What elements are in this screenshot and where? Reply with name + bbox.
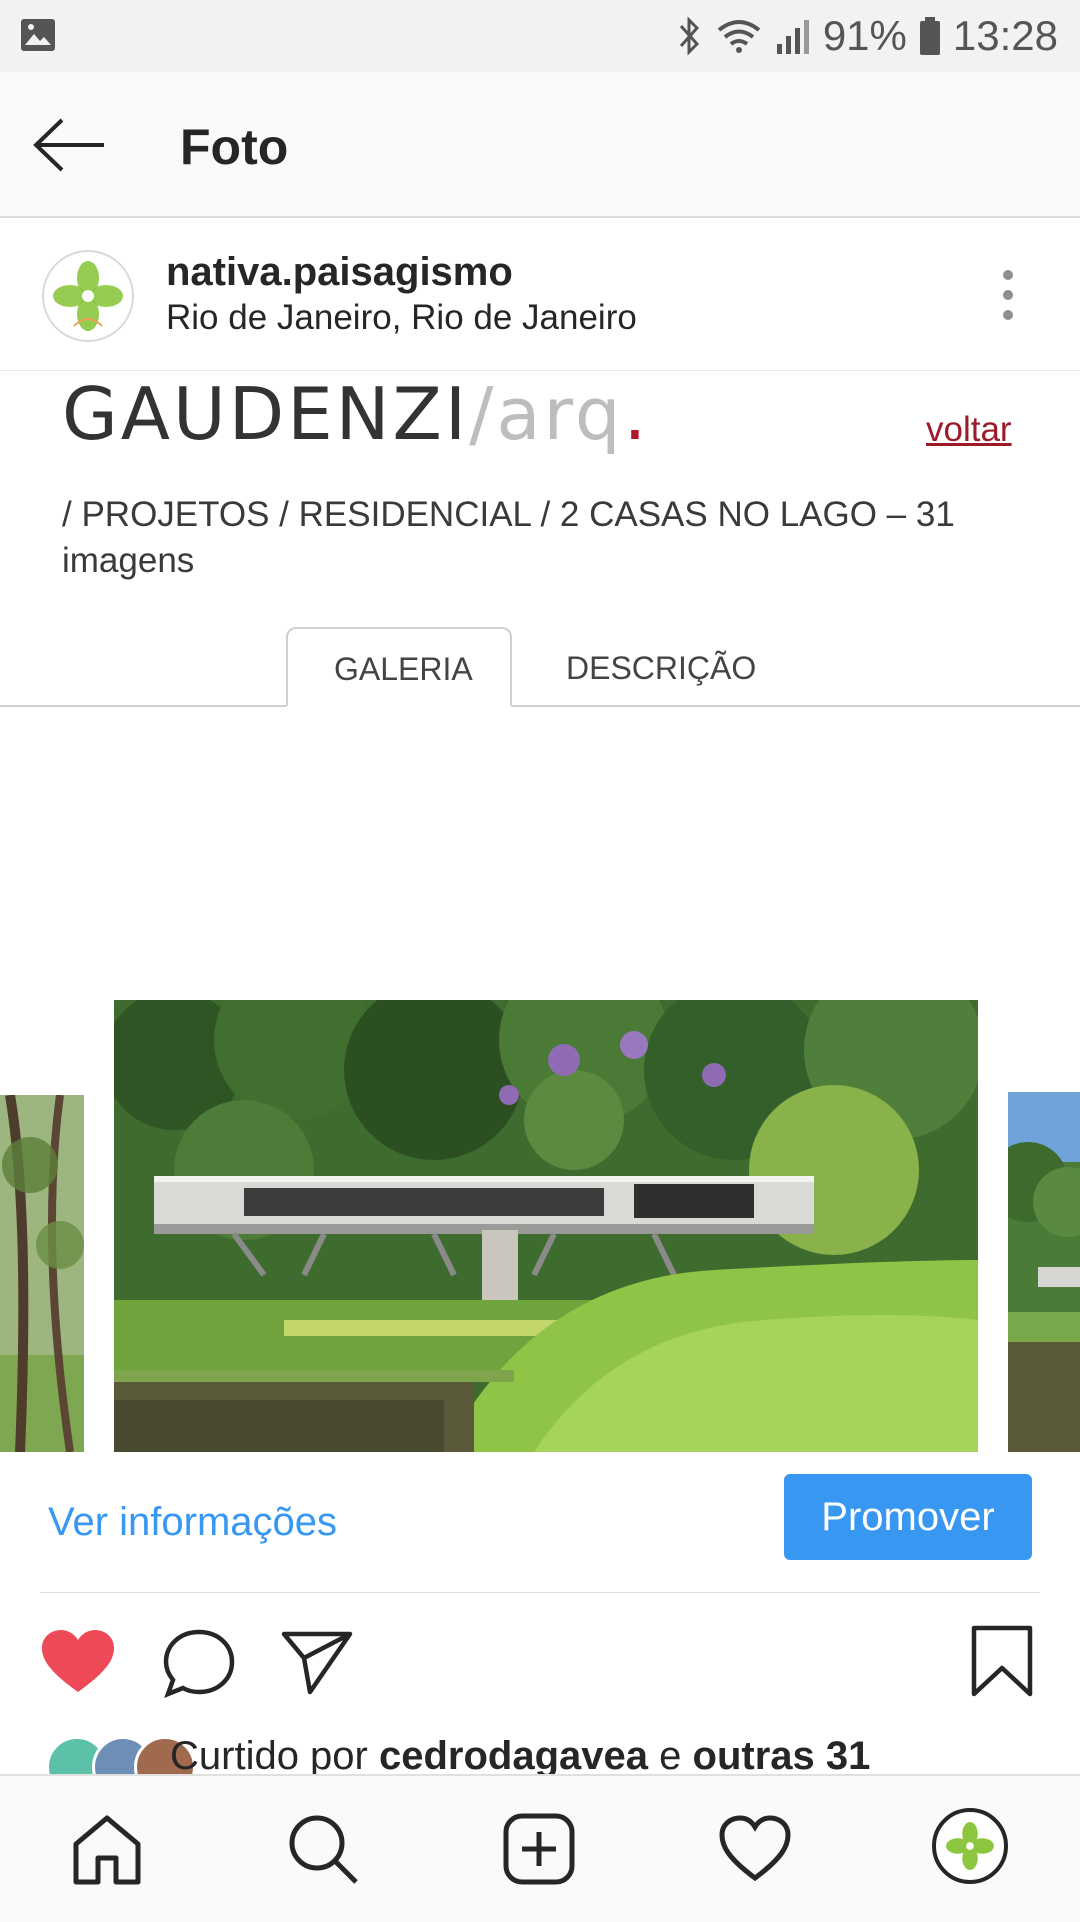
tabs-divider bbox=[0, 705, 1080, 707]
battery-icon bbox=[919, 17, 940, 55]
back-arrow-icon[interactable] bbox=[30, 110, 110, 180]
photo-prev[interactable] bbox=[0, 1095, 84, 1452]
wifi-icon bbox=[717, 20, 761, 53]
post-location[interactable]: Rio de Janeiro, Rio de Janeiro bbox=[166, 298, 637, 338]
logo-suffix-text: /arq bbox=[469, 372, 624, 456]
signal-icon bbox=[776, 20, 809, 54]
share-icon[interactable] bbox=[280, 1628, 354, 1696]
more-vertical-icon[interactable] bbox=[996, 268, 1020, 322]
status-bar: 91% 13:28 bbox=[0, 0, 1080, 72]
add-icon[interactable] bbox=[502, 1812, 576, 1886]
promote-button[interactable]: Promover bbox=[784, 1474, 1032, 1560]
view-info-link[interactable]: Ver informações bbox=[48, 1500, 337, 1545]
page-title: Foto bbox=[180, 119, 289, 175]
liked-joiner: e bbox=[659, 1734, 682, 1778]
liked-prefix: Curtido por bbox=[170, 1734, 368, 1778]
activity-icon[interactable] bbox=[719, 1815, 791, 1882]
photo-main[interactable] bbox=[114, 1000, 978, 1452]
bluetooth-icon bbox=[679, 16, 699, 56]
bottom-nav bbox=[0, 1774, 1080, 1922]
gallery-icon bbox=[21, 19, 55, 51]
breadcrumb: / PROJETOS / RESIDENCIAL / 2 CASAS NO LA… bbox=[62, 495, 955, 580]
gaudenzi-logo: GAUDENZI/arq. bbox=[62, 372, 649, 456]
tab-galeria-label: GALERIA bbox=[334, 651, 473, 687]
voltar-link[interactable]: voltar bbox=[926, 410, 1012, 450]
divider bbox=[40, 1592, 1040, 1593]
bookmark-icon[interactable] bbox=[970, 1624, 1034, 1698]
status-time: 13:28 bbox=[952, 12, 1058, 59]
profile-icon[interactable] bbox=[932, 1808, 1008, 1884]
home-icon[interactable] bbox=[70, 1812, 144, 1886]
app-bar: Foto bbox=[0, 72, 1080, 218]
leaf-logo-icon bbox=[53, 261, 123, 331]
status-right: 91% 13:28 bbox=[675, 10, 1058, 62]
divider bbox=[0, 370, 1080, 371]
liked-by-text[interactable]: Curtido por cedrodagavea e outras 31 bbox=[170, 1734, 870, 1779]
logo-dot: . bbox=[623, 372, 650, 456]
logo-main-text: GAUDENZI bbox=[62, 372, 470, 456]
post-username[interactable]: nativa.paisagismo bbox=[166, 250, 513, 295]
avatar[interactable] bbox=[42, 250, 134, 342]
profile-leaf-icon bbox=[946, 1822, 994, 1870]
battery-percent: 91% bbox=[822, 12, 907, 59]
tab-descricao[interactable]: DESCRIÇÃO bbox=[566, 650, 756, 687]
comment-icon[interactable] bbox=[162, 1628, 236, 1700]
heart-icon[interactable] bbox=[40, 1628, 116, 1696]
liked-user[interactable]: cedrodagavea bbox=[379, 1734, 648, 1778]
liked-others[interactable]: outras 31 bbox=[693, 1734, 871, 1778]
search-icon[interactable] bbox=[286, 1812, 360, 1886]
tab-galeria[interactable]: GALERIA bbox=[286, 627, 512, 707]
photo-next[interactable] bbox=[1008, 1092, 1080, 1452]
